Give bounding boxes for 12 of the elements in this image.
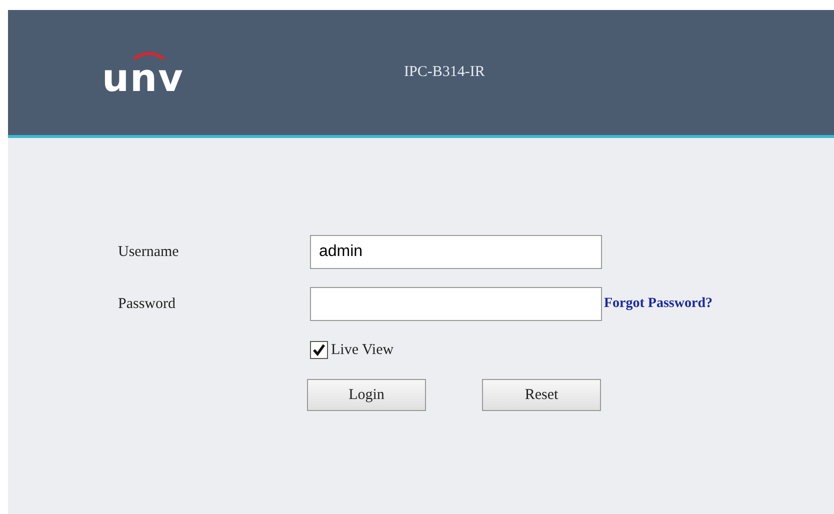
login-button[interactable]: Login	[307, 379, 426, 411]
device-model-title: IPC-B314-IR	[404, 64, 485, 81]
reset-button[interactable]: Reset	[482, 379, 601, 411]
username-field[interactable]: admin	[310, 235, 602, 269]
live-view-checkbox[interactable]	[310, 341, 328, 359]
password-label: Password	[118, 296, 177, 312]
username-label: Username	[118, 244, 180, 260]
logo-arc-icon	[132, 50, 166, 60]
password-field[interactable]	[310, 287, 602, 321]
live-view-label: Live View	[331, 342, 394, 358]
forgot-password-link[interactable]: Forgot Password?	[604, 296, 834, 312]
logo: unv	[102, 60, 184, 96]
